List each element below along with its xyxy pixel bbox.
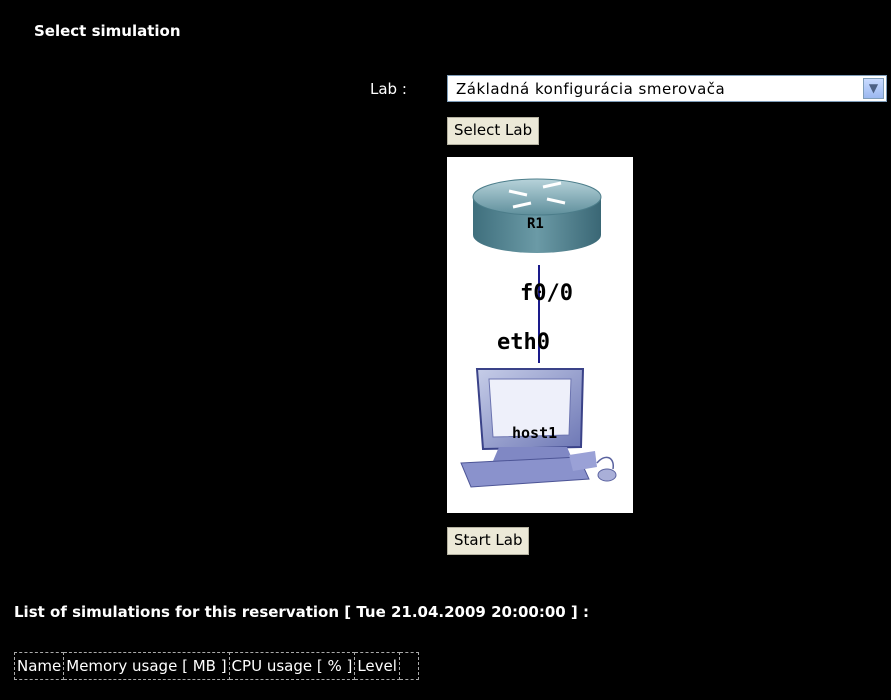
- host-interface-label: eth0: [497, 330, 550, 355]
- section-title: Select simulation: [34, 22, 181, 40]
- router-interface-label: f0/0: [520, 281, 573, 306]
- chevron-down-icon[interactable]: ▼: [863, 78, 884, 99]
- column-header-empty: [398, 652, 419, 680]
- select-lab-button[interactable]: Select Lab: [447, 117, 540, 145]
- table-header-row: Name Memory usage [ MB ] CPU usage [ % ]…: [13, 652, 419, 680]
- router-name-label: R1: [527, 216, 544, 232]
- lab-select[interactable]: Základná konfigurácia smerovača ▼: [447, 75, 887, 102]
- topology-svg: R1 f0/0 eth0 host1: [460, 178, 617, 488]
- column-header-level: Level: [354, 652, 400, 680]
- column-header-memory: Memory usage [ MB ]: [63, 652, 230, 680]
- lab-select-value: Základná konfigurácia smerovača: [456, 80, 726, 98]
- host-name-label: host1: [512, 424, 557, 442]
- column-header-cpu: CPU usage [ % ]: [228, 652, 356, 680]
- start-lab-button[interactable]: Start Lab: [447, 527, 530, 555]
- column-header-name: Name: [13, 652, 65, 680]
- simulations-list-title: List of simulations for this reservation…: [14, 603, 590, 621]
- topology-diagram: R1 f0/0 eth0 host1: [447, 157, 633, 513]
- lab-label: Lab :: [370, 80, 407, 98]
- simulations-table: Name Memory usage [ MB ] CPU usage [ % ]…: [13, 652, 419, 680]
